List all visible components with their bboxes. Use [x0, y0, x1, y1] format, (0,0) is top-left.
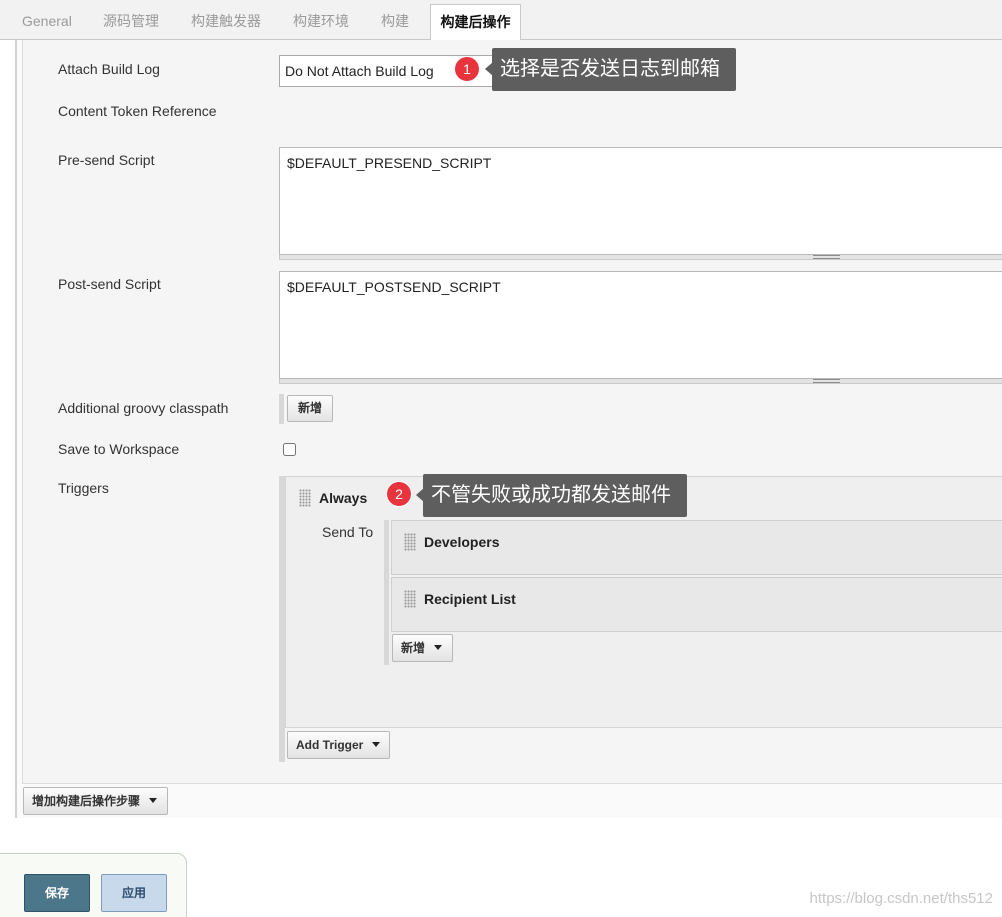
watermark-text: https://blog.csdn.net/ths512 — [809, 890, 993, 907]
add-recipient-label: 新增 — [401, 641, 426, 655]
caret-down-icon — [434, 645, 443, 651]
send-to-bar — [384, 520, 389, 665]
add-trigger-label: Add Trigger — [296, 738, 364, 752]
tab-post-build-actions[interactable]: 构建后操作 — [430, 4, 521, 41]
resize-grip-icon[interactable] — [813, 255, 840, 259]
tab-general[interactable]: General — [22, 13, 72, 29]
add-post-build-step-button[interactable]: 增加构建后操作步骤 — [23, 787, 168, 815]
caret-down-icon — [372, 742, 381, 748]
apply-button[interactable]: 应用 — [101, 874, 167, 912]
jenkins-job-config-page: General 源码管理 构建触发器 构建环境 构建 构建后操作 Attach … — [0, 0, 1002, 917]
post-send-script-textarea[interactable]: $DEFAULT_POSTSEND_SCRIPT — [279, 271, 1002, 379]
pre-send-script-textarea[interactable]: $DEFAULT_PRESEND_SCRIPT — [279, 147, 1002, 255]
save-to-workspace-label: Save to Workspace — [58, 441, 180, 457]
tab-build-triggers[interactable]: 构建触发器 — [191, 13, 261, 29]
post-send-script-resize-bar[interactable] — [279, 379, 1002, 384]
recipient-name: Developers — [424, 534, 500, 550]
attach-build-log-label: Attach Build Log — [58, 61, 160, 77]
content-token-reference-label: Content Token Reference — [58, 103, 217, 119]
caret-down-icon — [149, 798, 158, 804]
drag-handle-icon[interactable] — [299, 489, 311, 507]
drag-handle-icon[interactable] — [404, 533, 416, 551]
send-to-label: Send To — [322, 524, 374, 540]
add-trigger-button[interactable]: Add Trigger — [287, 731, 390, 759]
save-button[interactable]: 保存 — [24, 874, 90, 912]
groovy-classpath-label: Additional groovy classpath — [58, 400, 229, 416]
add-post-build-step-label: 增加构建后操作步骤 — [32, 794, 141, 808]
trigger-name: Always — [319, 490, 368, 506]
annotation-badge-2: 2 — [387, 482, 411, 506]
tab-build[interactable]: 构建 — [381, 13, 409, 29]
save-to-workspace-checkbox[interactable] — [283, 443, 296, 456]
recipient-name: Recipient List — [424, 591, 516, 607]
post-send-script-label: Post-send Script — [58, 276, 161, 292]
triggers-label: Triggers — [58, 480, 109, 496]
resize-grip-icon[interactable] — [813, 379, 840, 383]
drag-handle-icon[interactable] — [404, 590, 416, 608]
groovy-classpath-bar — [279, 394, 284, 424]
annotation-tooltip-1: 选择是否发送日志到邮箱 — [492, 48, 736, 91]
attach-build-log-value: Do Not Attach Build Log — [285, 63, 434, 79]
annotation-badge-1: 1 — [455, 57, 479, 81]
tab-build-environment[interactable]: 构建环境 — [293, 13, 349, 29]
tab-source-code-management[interactable]: 源码管理 — [103, 13, 159, 29]
pre-send-script-label: Pre-send Script — [58, 152, 155, 168]
groovy-classpath-add-button[interactable]: 新增 — [287, 395, 333, 422]
add-recipient-button[interactable]: 新增 — [392, 634, 453, 662]
config-tab-bar: General 源码管理 构建触发器 构建环境 构建 构建后操作 — [0, 0, 1002, 41]
annotation-tooltip-2: 不管失败或成功都发送邮件 — [423, 474, 687, 517]
pre-send-script-resize-bar[interactable] — [279, 255, 1002, 260]
